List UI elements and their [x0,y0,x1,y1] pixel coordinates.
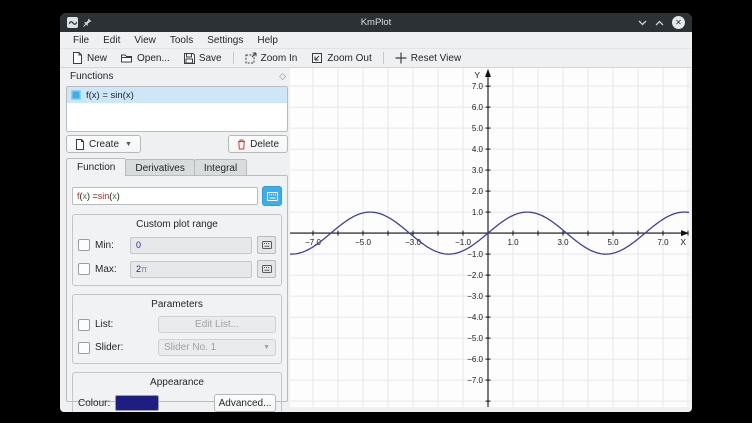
appearance-group: Appearance Colour: Advanced... [72,372,282,412]
new-function-icon [75,139,85,150]
group-title: Custom plot range [78,219,276,230]
toolbar-separator [233,52,234,64]
svg-text:7.0: 7.0 [472,82,484,91]
svg-text:1.0: 1.0 [507,238,519,247]
menu-settings[interactable]: Settings [200,35,250,46]
toolbar-separator [383,52,384,64]
minimize-button[interactable] [638,20,647,26]
min-input[interactable]: 0 [130,237,252,254]
svg-text:−2.0: −2.0 [467,271,483,280]
reset-view-button[interactable]: Reset View [388,50,468,66]
max-input[interactable]: 2π [130,261,252,278]
menubar: FileEditViewToolsSettingsHelp [60,32,692,49]
zoom-in-icon [245,52,257,64]
min-checkbox[interactable] [78,239,90,251]
close-button[interactable]: ✕ [672,16,685,29]
slider-select[interactable]: Slider No. 1 ▼ [158,339,276,356]
svg-text:3.0: 3.0 [472,166,484,175]
menu-file[interactable]: File [66,35,96,46]
svg-text:−6.0: −6.0 [467,355,483,364]
tab-derivatives[interactable]: Derivatives [125,159,194,176]
dock-float-icon[interactable]: ◇ [279,71,286,82]
save-icon [184,53,195,64]
svg-text:−3.0: −3.0 [467,292,483,301]
function-list-item[interactable]: f(x) = sin(x) [67,87,287,103]
menu-view[interactable]: View [127,35,163,46]
colour-swatch[interactable] [115,395,159,411]
svg-text:4.0: 4.0 [472,145,484,154]
min-label: Min: [95,240,125,251]
menu-help[interactable]: Help [250,35,285,46]
svg-text:Y: Y [474,70,480,80]
svg-text:5.0: 5.0 [607,238,619,247]
functions-dock: Functions ◇ f(x) = sin(x) Create ▼ Delet… [64,69,290,405]
plot-area[interactable]: −7.0 −5.0 −3.0 −1.0 1.0 3.0 5.0 7.0 7.0 6.0 5.0 4.0… [290,68,690,407]
dock-title: Functions [70,71,113,82]
create-button[interactable]: Create ▼ [66,135,141,153]
advanced-button[interactable]: Advanced... [214,394,276,412]
new-document-icon [72,52,83,64]
svg-text:X: X [680,237,686,247]
edit-list-button[interactable]: Edit List... [158,316,276,333]
keyboard-icon [267,192,278,201]
custom-plot-range-group: Custom plot range Min: 0 Max: 2π [72,214,282,286]
trash-icon [237,139,246,150]
delete-button[interactable]: Delete [228,135,288,153]
slider-checkbox[interactable] [78,342,90,354]
list-checkbox[interactable] [78,319,90,331]
function-visible-checkbox[interactable] [71,90,81,100]
svg-text:2.0: 2.0 [472,187,484,196]
svg-text:−1.0: −1.0 [467,250,483,259]
svg-text:7.0: 7.0 [657,238,669,247]
group-title: Parameters [78,299,276,310]
min-equation-editor-button[interactable] [257,236,276,254]
equation-editor-button[interactable] [262,186,282,206]
max-equation-editor-button[interactable] [257,260,276,278]
save-button[interactable]: Save [177,50,229,66]
zoom-out-icon [311,52,323,64]
function-tab-panel: f(x) = sin(x) Custom plot range Min: 0 [66,175,288,402]
tab-bar: FunctionDerivativesIntegral [66,158,246,176]
chevron-down-icon: ▼ [125,141,132,148]
tab-function[interactable]: Function [66,158,126,176]
maximize-button[interactable] [655,20,664,26]
titlebar[interactable]: KmPlot ✕ [60,13,692,32]
parameters-group: Parameters List: Edit List... Slider: Sl… [72,294,282,364]
svg-text:3.0: 3.0 [557,238,569,247]
toolbar: NewOpen...Save Zoom InZoom Out Reset View [60,49,692,68]
tab-integral[interactable]: Integral [194,159,247,176]
slider-label: Slider: [95,342,131,353]
svg-text:−3.0: −3.0 [405,238,421,247]
chevron-down-icon: ▼ [263,344,270,351]
zoom-in-button[interactable]: Zoom In [238,50,305,66]
sine-plot[interactable]: −7.0 −5.0 −3.0 −1.0 1.0 3.0 5.0 7.0 7.0 6.0 5.0 4.0… [290,68,690,407]
svg-text:6.0: 6.0 [472,103,484,112]
zoom-out-button[interactable]: Zoom Out [304,50,378,66]
svg-text:−7.0: −7.0 [467,376,483,385]
menu-edit[interactable]: Edit [96,35,127,46]
function-list[interactable]: f(x) = sin(x) [66,86,288,132]
group-title: Appearance [78,377,276,388]
svg-text:1.0: 1.0 [472,208,484,217]
list-label: List: [95,319,131,330]
new-button[interactable]: New [65,50,114,66]
svg-text:5.0: 5.0 [472,124,484,133]
max-label: Max: [95,264,125,275]
reset-view-icon [395,52,407,64]
open-button[interactable]: Open... [114,50,177,66]
colour-label: Colour: [78,398,110,409]
svg-text:−4.0: −4.0 [467,313,483,322]
menu-tools[interactable]: Tools [163,35,200,46]
app-icon [67,17,78,28]
window-title: KmPlot [60,17,692,28]
pin-icon[interactable] [83,14,92,32]
open-folder-icon [121,53,133,63]
max-checkbox[interactable] [78,263,90,275]
kmplot-window: KmPlot ✕ FileEditViewToolsSettingsHelp N… [60,13,692,412]
function-list-item-label: f(x) = sin(x) [86,90,134,101]
svg-text:−1.0: −1.0 [455,238,471,247]
equation-input[interactable]: f(x) = sin(x) [72,187,258,205]
svg-text:−5.0: −5.0 [355,238,371,247]
svg-text:−5.0: −5.0 [467,334,483,343]
